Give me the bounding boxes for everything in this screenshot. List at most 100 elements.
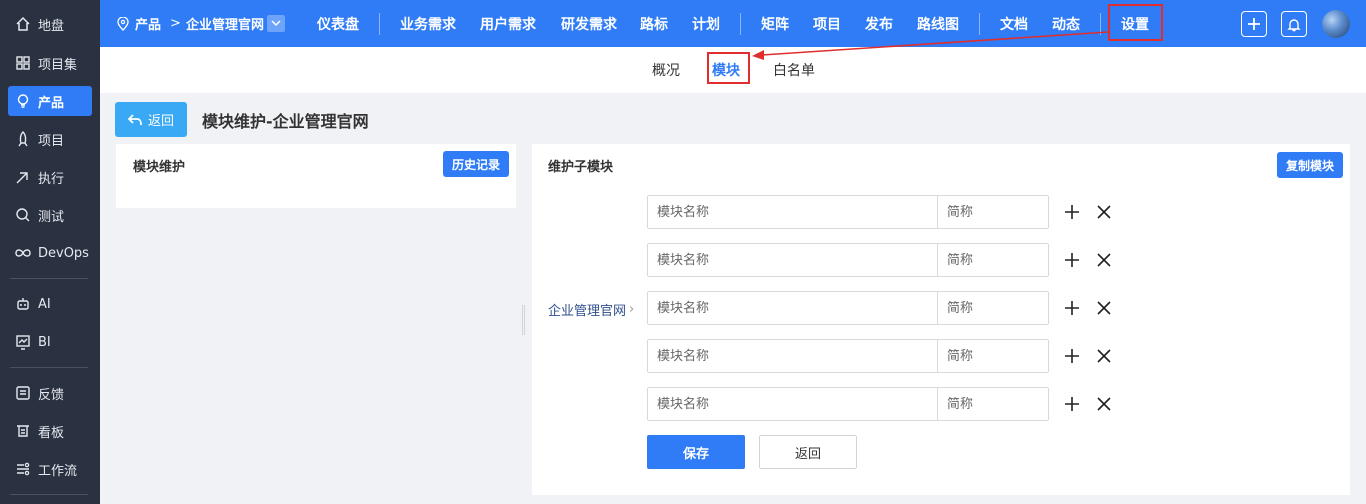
bulb-icon bbox=[14, 92, 32, 110]
sidebar-item-feedback[interactable]: 反馈 bbox=[8, 378, 92, 408]
save-button[interactable]: 保存 bbox=[647, 435, 745, 469]
sidebar-item-label: 测试 bbox=[38, 209, 65, 225]
remove-row-close-icon[interactable] bbox=[1095, 203, 1113, 221]
nav-separator bbox=[740, 13, 741, 35]
sidebar-item-bi[interactable]: BI bbox=[8, 327, 92, 357]
history-button[interactable]: 历史记录 bbox=[443, 151, 509, 177]
nav-dashboard[interactable]: 仪表盘 bbox=[317, 0, 359, 47]
module-name-input[interactable] bbox=[648, 340, 938, 372]
module-short-name-input[interactable] bbox=[938, 388, 1048, 420]
copy-module-button[interactable]: 复制模块 bbox=[1277, 152, 1343, 178]
chart-icon bbox=[14, 333, 32, 351]
panel-resize-handle[interactable] bbox=[521, 305, 526, 335]
module-tab-highlight-box bbox=[707, 52, 750, 84]
top-nav: 产品 > 企业管理官网 仪表盘 业务需求 用户需求 研发需求 路标 计划 矩阵 … bbox=[100, 0, 1366, 47]
sidebar-item-test[interactable]: 测试 bbox=[8, 200, 92, 230]
submodule-row bbox=[647, 195, 1049, 229]
home-icon bbox=[14, 15, 32, 33]
parent-module-label: 企业管理官网 bbox=[548, 304, 627, 319]
board-icon bbox=[14, 422, 32, 440]
sidebar-item-label: 执行 bbox=[38, 171, 65, 187]
sidebar-item-workflow[interactable]: 工作流 bbox=[8, 454, 92, 484]
module-name-input[interactable] bbox=[648, 244, 938, 276]
sidebar-item-ai[interactable]: AI bbox=[8, 289, 92, 319]
module-short-name-input[interactable] bbox=[938, 196, 1048, 228]
rocket-icon bbox=[14, 130, 32, 148]
add-row-plus-icon[interactable] bbox=[1063, 299, 1081, 317]
back-button[interactable]: 返回 bbox=[115, 102, 187, 137]
sidebar-item-label: AI bbox=[38, 296, 51, 312]
breadcrumb-current[interactable]: 企业管理官网 bbox=[186, 0, 264, 47]
page-title: 模块维护-企业管理官网 bbox=[202, 112, 369, 131]
sidebar-item-devops[interactable]: DevOps bbox=[8, 238, 92, 268]
sidebar-item-dashboard[interactable]: 地盘 bbox=[8, 9, 92, 39]
sidebar-item-label: 工作流 bbox=[38, 463, 78, 479]
settings-highlight-box bbox=[1108, 4, 1163, 41]
infinity-icon bbox=[14, 244, 32, 262]
nav-activity[interactable]: 动态 bbox=[1052, 0, 1080, 47]
module-short-name-input[interactable] bbox=[938, 244, 1048, 276]
robot-icon bbox=[14, 295, 32, 313]
add-row-plus-icon[interactable] bbox=[1063, 395, 1081, 413]
nav-release[interactable]: 发布 bbox=[865, 0, 893, 47]
return-button[interactable]: 返回 bbox=[759, 435, 857, 469]
back-arrow-icon bbox=[127, 113, 142, 126]
module-short-name-input[interactable] bbox=[938, 340, 1048, 372]
nav-dev-requirements[interactable]: 研发需求 bbox=[561, 0, 617, 47]
breadcrumb-root-label: 产品 bbox=[135, 18, 162, 33]
nav-separator bbox=[979, 13, 980, 35]
sidebar-item-execution[interactable]: 执行 bbox=[8, 162, 92, 192]
sidebar-item-label: 看板 bbox=[38, 425, 65, 441]
sidebar-item-label: 反馈 bbox=[38, 387, 65, 403]
nav-matrix[interactable]: 矩阵 bbox=[761, 0, 789, 47]
sidebar-item-label: 项目集 bbox=[38, 57, 78, 73]
sidebar-item-label: DevOps bbox=[38, 245, 89, 261]
bell-icon bbox=[1287, 17, 1301, 32]
search-icon bbox=[14, 206, 32, 224]
remove-row-close-icon[interactable] bbox=[1095, 299, 1113, 317]
module-name-input[interactable] bbox=[648, 292, 938, 324]
location-pin-icon bbox=[117, 16, 129, 31]
sidebar-item-product[interactable]: 产品 bbox=[8, 86, 92, 116]
sidebar-item-label: 地盘 bbox=[38, 18, 65, 34]
module-name-input[interactable] bbox=[648, 388, 938, 420]
sidebar: 地盘 项目集 产品 项目 执行 测试 DevOps AI BI 反馈 看板 工作… bbox=[0, 0, 100, 504]
nav-roadmap-markers[interactable]: 路标 bbox=[640, 0, 668, 47]
feedback-icon bbox=[14, 384, 32, 402]
plus-icon bbox=[1247, 17, 1261, 31]
remove-row-close-icon[interactable] bbox=[1095, 251, 1113, 269]
module-name-input[interactable] bbox=[648, 196, 938, 228]
tab-whitelist[interactable]: 白名单 bbox=[773, 47, 815, 93]
nav-roadmap[interactable]: 路线图 bbox=[917, 0, 959, 47]
sidebar-item-label: 项目 bbox=[38, 133, 65, 149]
add-row-plus-icon[interactable] bbox=[1063, 347, 1081, 365]
avatar[interactable] bbox=[1322, 10, 1350, 38]
nav-project[interactable]: 项目 bbox=[813, 0, 841, 47]
breadcrumb-separator: > bbox=[170, 16, 181, 31]
nav-plan[interactable]: 计划 bbox=[692, 0, 720, 47]
product-switch-dropdown[interactable] bbox=[267, 15, 285, 32]
create-button[interactable] bbox=[1241, 11, 1267, 37]
sidebar-divider bbox=[10, 494, 88, 495]
nav-business-requirements[interactable]: 业务需求 bbox=[400, 0, 456, 47]
add-row-plus-icon[interactable] bbox=[1063, 251, 1081, 269]
add-row-plus-icon[interactable] bbox=[1063, 203, 1081, 221]
sidebar-divider bbox=[10, 278, 88, 279]
back-button-label: 返回 bbox=[147, 114, 174, 129]
grid-icon bbox=[14, 54, 32, 72]
module-short-name-input[interactable] bbox=[938, 292, 1048, 324]
breadcrumb-root[interactable]: 产品 bbox=[117, 0, 161, 47]
sidebar-item-program[interactable]: 项目集 bbox=[8, 48, 92, 78]
nav-docs[interactable]: 文档 bbox=[1000, 0, 1028, 47]
tab-overview[interactable]: 概况 bbox=[652, 47, 680, 93]
remove-row-close-icon[interactable] bbox=[1095, 395, 1113, 413]
sidebar-item-label: 产品 bbox=[38, 95, 65, 111]
panel-title: 维护子模块 bbox=[548, 160, 614, 175]
sidebar-item-board[interactable]: 看板 bbox=[8, 416, 92, 446]
notifications-button[interactable] bbox=[1281, 11, 1307, 37]
sidebar-divider bbox=[10, 367, 88, 368]
parent-module[interactable]: 企业管理官网 › bbox=[548, 300, 634, 319]
remove-row-close-icon[interactable] bbox=[1095, 347, 1113, 365]
sidebar-item-project[interactable]: 项目 bbox=[8, 124, 92, 154]
nav-user-requirements[interactable]: 用户需求 bbox=[480, 0, 536, 47]
